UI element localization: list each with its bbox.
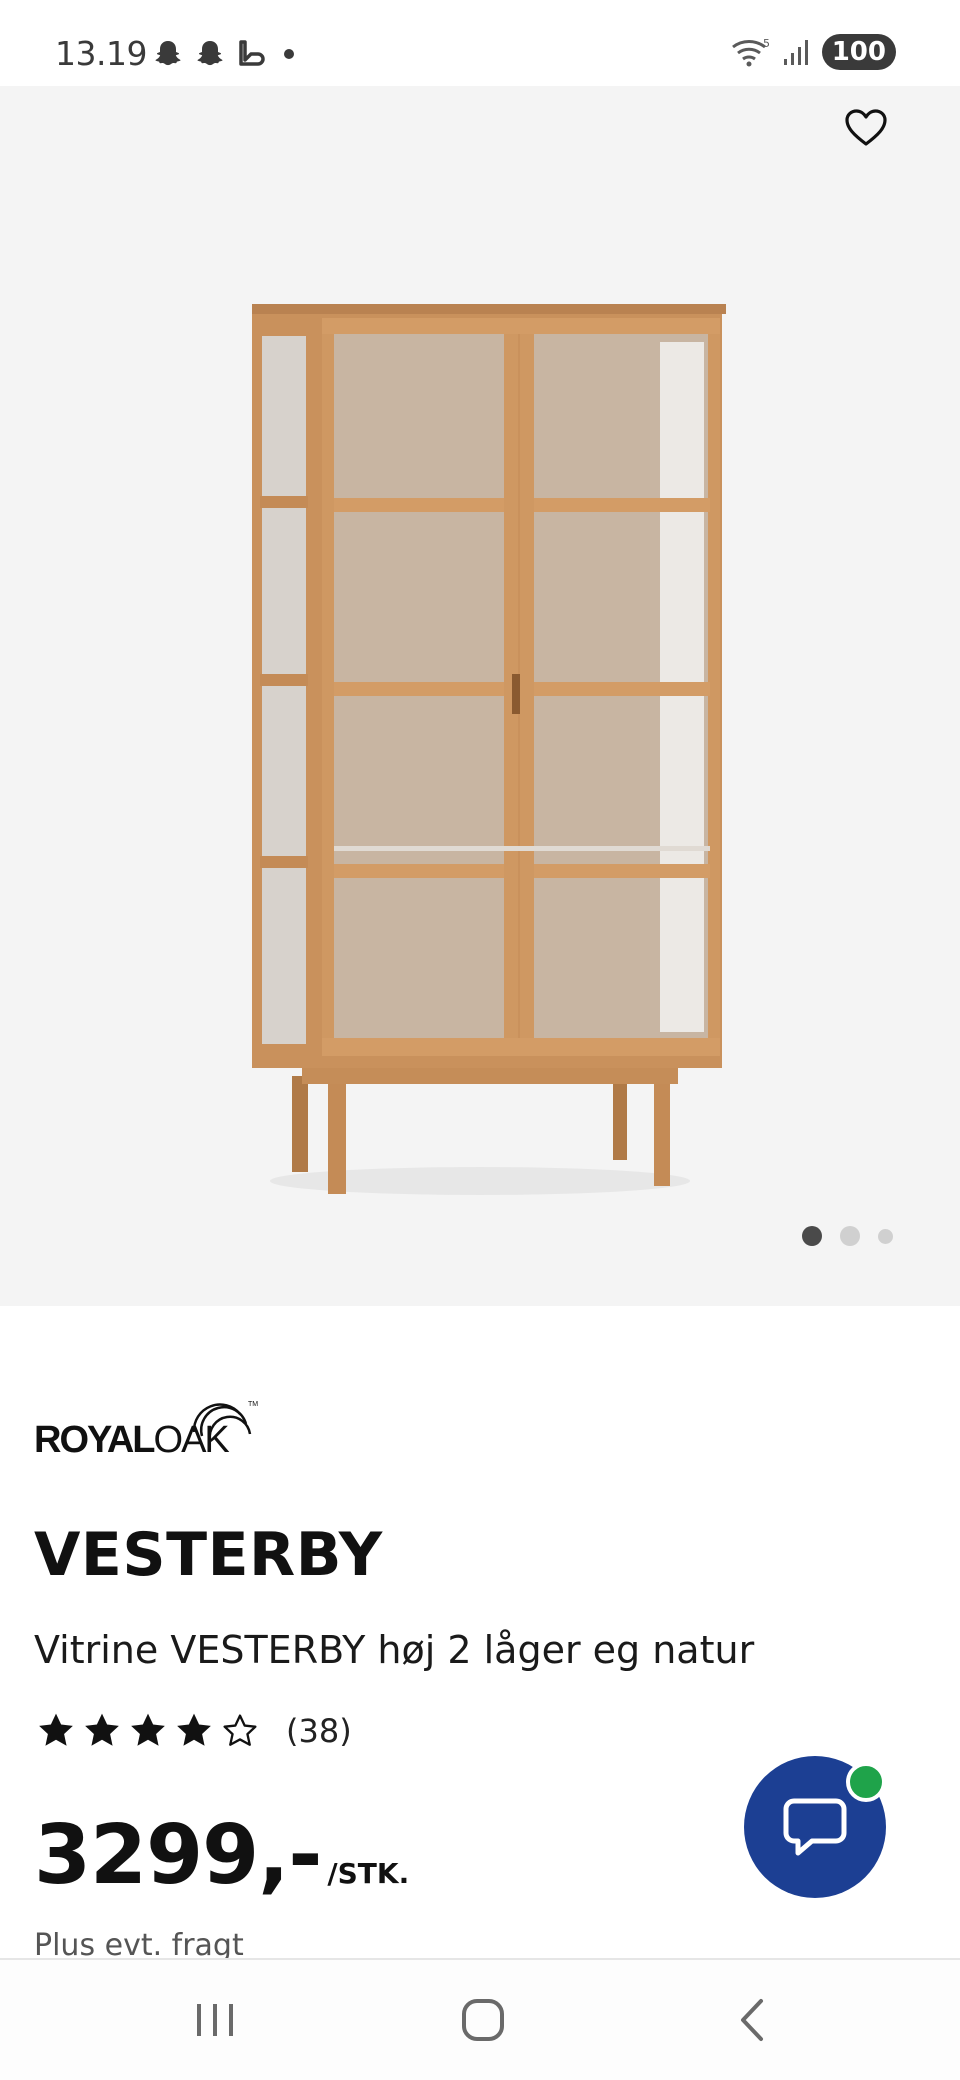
page-dot[interactable] [878,1228,893,1244]
rating-stars [36,1712,260,1750]
chat-bubble-icon [783,1798,847,1856]
recent-apps-icon [197,2004,233,2036]
star-filled-icon [177,1713,211,1746]
page-indicator [802,1226,893,1246]
notification-dot-icon [284,49,294,59]
recent-apps-button[interactable] [175,1990,255,2050]
brand-logo: ROYALOAK TM [34,1401,258,1461]
battery-indicator: 100 [821,34,896,70]
price-value: 3299,- [34,1808,322,1903]
signal-icon [783,40,808,65]
wifi-icon: 5 [731,37,770,67]
snapchat-icon [197,41,223,66]
star-filled-icon [39,1713,73,1746]
notification-icons [152,38,300,70]
price-unit: /STK. [327,1857,410,1890]
page-dot-active[interactable] [802,1226,822,1246]
status-time: 13.19 [55,34,147,73]
review-count[interactable]: (38) [286,1712,352,1750]
svg-text:5: 5 [763,37,770,50]
status-bar: 13.19 5 100 [0,0,960,86]
mobilepay-icon [239,40,265,66]
chat-online-indicator [846,1762,886,1802]
product-image-gallery[interactable] [0,86,960,1306]
svg-text:ROYALOAK: ROYALOAK [34,1419,229,1461]
price: 3299,- /STK. [34,1808,409,1903]
rating[interactable]: (38) [36,1712,352,1750]
product-subtitle: Vitrine VESTERBY høj 2 låger eg natur [34,1628,755,1672]
home-icon [462,1999,504,2041]
product-title: VESTERBY [34,1520,383,1590]
star-empty-icon [223,1714,257,1746]
system-icons: 5 100 [730,34,896,70]
system-nav-bar [0,1958,960,2080]
home-button[interactable] [443,1990,523,2050]
product-image [252,304,726,1195]
heart-icon [845,109,887,146]
snapchat-icon [155,41,181,66]
star-filled-icon [85,1713,119,1746]
svg-text:TM: TM [248,1401,258,1408]
back-icon [741,1999,763,2041]
star-filled-icon [131,1713,165,1746]
favorite-button[interactable] [838,100,894,156]
page-dot[interactable] [840,1226,860,1246]
back-button[interactable] [712,1990,792,2050]
